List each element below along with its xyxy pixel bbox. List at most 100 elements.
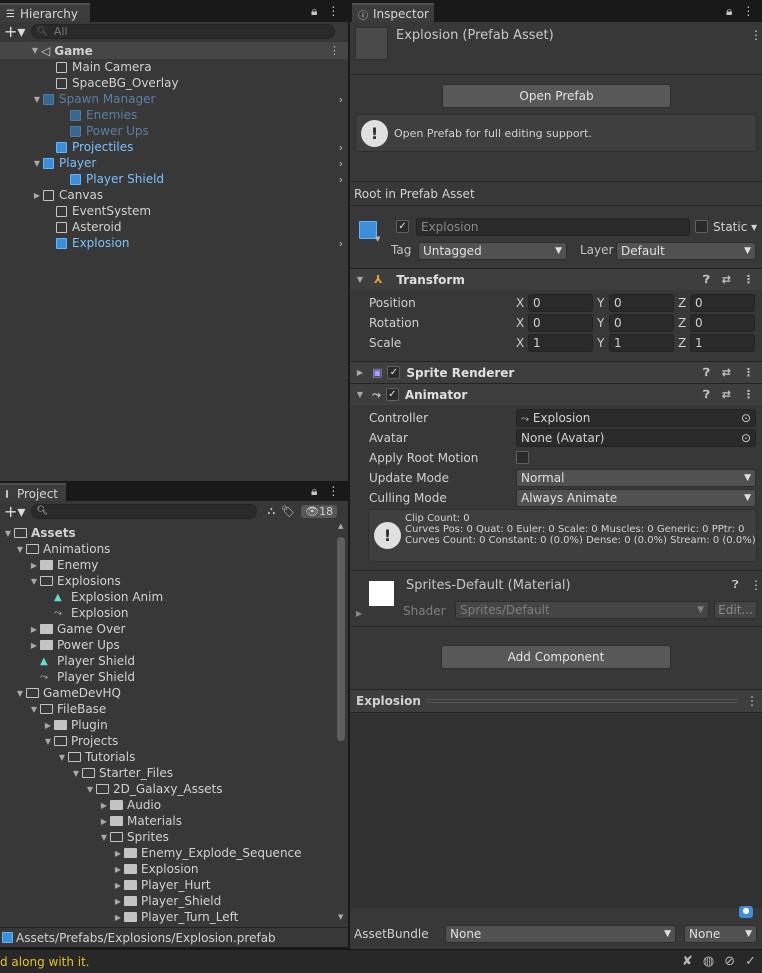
scroll-up-arrow[interactable]: ▲: [338, 522, 343, 530]
project-tree-item[interactable]: ▶ Player_Shield: [0, 893, 334, 909]
project-tree-item[interactable]: ▶ Player_Turn_Left: [0, 909, 334, 925]
project-tree-item[interactable]: ▶ Audio: [0, 797, 334, 813]
position-x-field[interactable]: 0: [528, 294, 593, 312]
hierarchy-item[interactable]: Explosion ›: [0, 235, 348, 251]
project-tree-item[interactable]: ▼ FileBase: [0, 701, 334, 717]
foldout-arrow-icon[interactable]: ▼: [14, 545, 26, 554]
foldout-arrow-icon[interactable]: ▶: [28, 625, 40, 634]
foldout-arrow-icon[interactable]: ▶: [42, 721, 54, 730]
hierarchy-item[interactable]: Asteroid: [0, 219, 348, 235]
foldout-arrow-icon[interactable]: ▼: [28, 705, 40, 714]
foldout-arrow-icon[interactable]: ▶: [98, 801, 110, 810]
sprite-renderer-header[interactable]: ▶ ▣ ✓ Sprite Renderer ❓︎ ⇄ ⋮: [350, 361, 762, 383]
kebab-menu-icon[interactable]: ⋮: [750, 28, 762, 42]
apply-root-motion-checkbox[interactable]: [516, 451, 529, 464]
scale-x-field[interactable]: 1: [528, 334, 593, 352]
filter-by-label-icon[interactable]: 🏷︎: [281, 505, 295, 518]
animator-header[interactable]: ▼ ⤳ ✓ Animator ❓︎ ⇄ ⋮: [350, 383, 762, 405]
material-foldout-arrow[interactable]: ▶: [356, 609, 362, 618]
add-icon[interactable]: +▾: [4, 22, 25, 41]
animator-enabled-checkbox[interactable]: ✓: [385, 388, 399, 401]
project-tree-item[interactable]: ⤳ Explosion: [0, 605, 334, 621]
rotation-z-field[interactable]: 0: [690, 314, 755, 332]
chevron-right-icon[interactable]: ›: [339, 237, 343, 250]
foldout-arrow-icon[interactable]: ▼: [56, 753, 68, 762]
foldout-arrow-icon[interactable]: ▼: [2, 529, 14, 538]
auto-generate-lighting-icon[interactable]: ✘: [682, 954, 693, 969]
foldout-arrow-icon[interactable]: ▼: [31, 95, 43, 104]
project-tree-item[interactable]: ▼ 2D_Galaxy_Assets: [0, 781, 334, 797]
foldout-arrow-icon[interactable]: ▼: [31, 159, 43, 168]
project-tree-item[interactable]: ▼ Animations: [0, 541, 334, 557]
preset-icon[interactable]: ⇄: [722, 388, 731, 402]
scale-y-field[interactable]: 1: [609, 334, 674, 352]
help-icon[interactable]: ❓︎: [703, 388, 710, 402]
sprite-renderer-enabled-checkbox[interactable]: ✓: [387, 366, 401, 379]
kebab-menu-icon[interactable]: ⋮: [743, 366, 754, 380]
rotation-x-field[interactable]: 0: [528, 314, 593, 332]
project-tree-item[interactable]: ▶ Power Ups: [0, 637, 334, 653]
foldout-arrow-icon[interactable]: ▶: [112, 849, 124, 858]
hierarchy-item[interactable]: ▼ Spawn Manager ›: [0, 91, 348, 107]
chevron-right-icon[interactable]: ›: [339, 93, 343, 106]
add-component-button[interactable]: Add Component: [441, 645, 671, 669]
project-tree-item[interactable]: ▼ Sprites: [0, 829, 334, 845]
assetbundle-variant-dropdown[interactable]: None ▼: [684, 925, 757, 943]
preset-icon[interactable]: ⇄: [722, 273, 731, 287]
kebab-menu-icon[interactable]: ⋮: [746, 694, 758, 708]
hierarchy-item[interactable]: SpaceBG_Overlay: [0, 75, 348, 91]
add-icon[interactable]: +▾: [4, 502, 25, 521]
scale-z-field[interactable]: 1: [690, 334, 755, 352]
scrollbar-thumb[interactable]: [337, 537, 345, 741]
hidden-packages-toggle[interactable]: 👁︎18: [301, 504, 338, 518]
kebab-menu-icon[interactable]: ⋮: [327, 484, 339, 499]
project-tree-item[interactable]: ▼ Projects: [0, 733, 334, 749]
tag-dropdown[interactable]: Untagged ▼: [418, 242, 567, 260]
shader-edit-button[interactable]: Edit...: [714, 601, 757, 619]
foldout-arrow-icon[interactable]: ▼: [14, 689, 26, 698]
hierarchy-item[interactable]: ▼ Player ›: [0, 155, 348, 171]
tab-project[interactable]: Project: [0, 483, 66, 502]
kebab-menu-icon[interactable]: ⋮: [750, 578, 762, 592]
kebab-menu-icon[interactable]: ⋮: [743, 273, 754, 287]
project-tree-item[interactable]: ▶ Enemy_Explode_Sequence: [0, 845, 334, 861]
project-tree-item[interactable]: ▼ Explosions: [0, 573, 334, 589]
name-field[interactable]: Explosion: [416, 218, 690, 236]
hierarchy-item[interactable]: Projectiles ›: [0, 139, 348, 155]
project-tree-item[interactable]: ▶ Explosion: [0, 861, 334, 877]
open-prefab-button[interactable]: Open Prefab: [442, 84, 671, 108]
scroll-down-arrow[interactable]: ▼: [338, 913, 343, 921]
project-search-input[interactable]: 🔍︎: [31, 503, 258, 519]
position-z-field[interactable]: 0: [690, 294, 755, 312]
project-tree-item[interactable]: ▲ Explosion Anim: [0, 589, 334, 605]
project-tree-item[interactable]: ▼ Starter_Files: [0, 765, 334, 781]
help-icon[interactable]: ❓︎: [703, 273, 710, 287]
help-icon[interactable]: ❓︎: [732, 578, 739, 592]
active-checkbox[interactable]: ✓: [396, 220, 409, 233]
kebab-menu-icon[interactable]: ⋮: [329, 44, 340, 57]
chevron-right-icon[interactable]: ›: [339, 141, 343, 154]
foldout-arrow-icon[interactable]: ▶: [112, 865, 124, 874]
tab-inspector[interactable]: ⓘ Inspector: [352, 3, 434, 22]
project-tree-item[interactable]: ▶ Materials: [0, 813, 334, 829]
foldout-arrow-icon[interactable]: ▶: [112, 881, 124, 890]
project-tree-item[interactable]: ▼ GameDevHQ: [0, 685, 334, 701]
controller-field[interactable]: ⤳ Explosion ⊙: [516, 409, 756, 427]
static-checkbox[interactable]: [695, 220, 708, 233]
static-dropdown[interactable]: Static ▾: [713, 220, 757, 234]
project-tree-item[interactable]: ▲ Player Shield: [0, 653, 334, 669]
cache-server-icon[interactable]: ◍: [703, 954, 714, 969]
hierarchy-item[interactable]: Enemies: [0, 107, 348, 123]
lock-icon[interactable]: 🔒︎: [726, 4, 732, 19]
console-message[interactable]: d along with it.: [0, 955, 90, 969]
update-mode-dropdown[interactable]: Normal ▼: [516, 469, 756, 487]
foldout-arrow-icon[interactable]: ▼: [28, 577, 40, 586]
collab-icon[interactable]: ⊘: [724, 954, 735, 969]
foldout-arrow-icon[interactable]: ▶: [98, 817, 110, 826]
shader-dropdown[interactable]: Sprites/Default ▼: [455, 601, 709, 619]
filter-by-type-icon[interactable]: ⛬: [267, 504, 275, 518]
scene-row[interactable]: ▼ ◁ Game ⋮: [0, 42, 348, 59]
label-tag-icon[interactable]: ●: [739, 906, 753, 918]
hierarchy-item[interactable]: Main Camera: [0, 59, 348, 75]
foldout-arrow-icon[interactable]: ▼: [98, 833, 110, 842]
